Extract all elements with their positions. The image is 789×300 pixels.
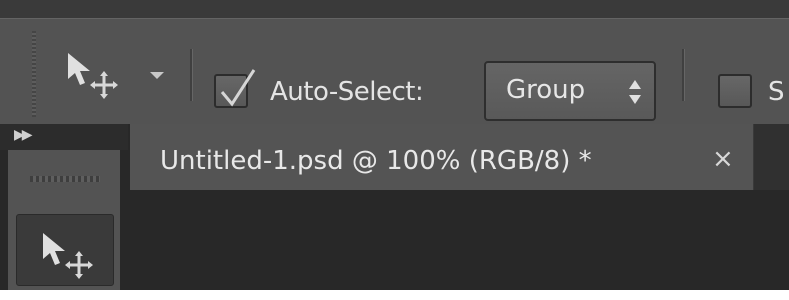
tools-panel-grip[interactable] — [30, 176, 100, 182]
panel-header: ▶▶ — [0, 124, 128, 150]
move-tool-icon — [68, 53, 118, 99]
auto-select-label: Auto-Select: — [270, 77, 424, 107]
image-border — [0, 290, 789, 300]
auto-select-target-dropdown[interactable]: Group — [484, 61, 656, 121]
show-transform-controls-checkbox[interactable] — [718, 74, 752, 108]
options-bar: Auto-Select: Group S — [0, 18, 789, 124]
tools-panel — [8, 150, 120, 300]
close-icon[interactable]: × — [712, 144, 734, 174]
separator — [190, 49, 193, 101]
dropdown-value: Group — [506, 75, 586, 105]
up-down-arrows-icon — [629, 80, 641, 104]
separator — [682, 49, 685, 101]
double-chevron-right-icon[interactable]: ▶▶ — [14, 127, 32, 143]
canvas-area[interactable] — [128, 190, 789, 300]
photoshop-window: Auto-Select: Group S ▶▶ Untitled-1.psd @… — [0, 0, 789, 300]
show-transform-controls-label: S — [768, 77, 785, 107]
options-bar-grip[interactable] — [32, 31, 36, 117]
auto-select-checkbox[interactable] — [214, 69, 256, 108]
document-tab[interactable]: Untitled-1.psd @ 100% (RGB/8) * × — [130, 124, 754, 190]
menu-strip — [0, 0, 789, 18]
document-tab-title: Untitled-1.psd @ 100% (RGB/8) * — [160, 146, 592, 176]
tab-row-empty — [754, 124, 789, 190]
move-tool-icon — [43, 233, 93, 279]
dropdown-arrow-icon[interactable] — [150, 72, 164, 79]
tool-preset-picker[interactable] — [62, 49, 124, 99]
checkmark-icon — [220, 69, 256, 107]
move-tool-button[interactable] — [16, 214, 114, 286]
